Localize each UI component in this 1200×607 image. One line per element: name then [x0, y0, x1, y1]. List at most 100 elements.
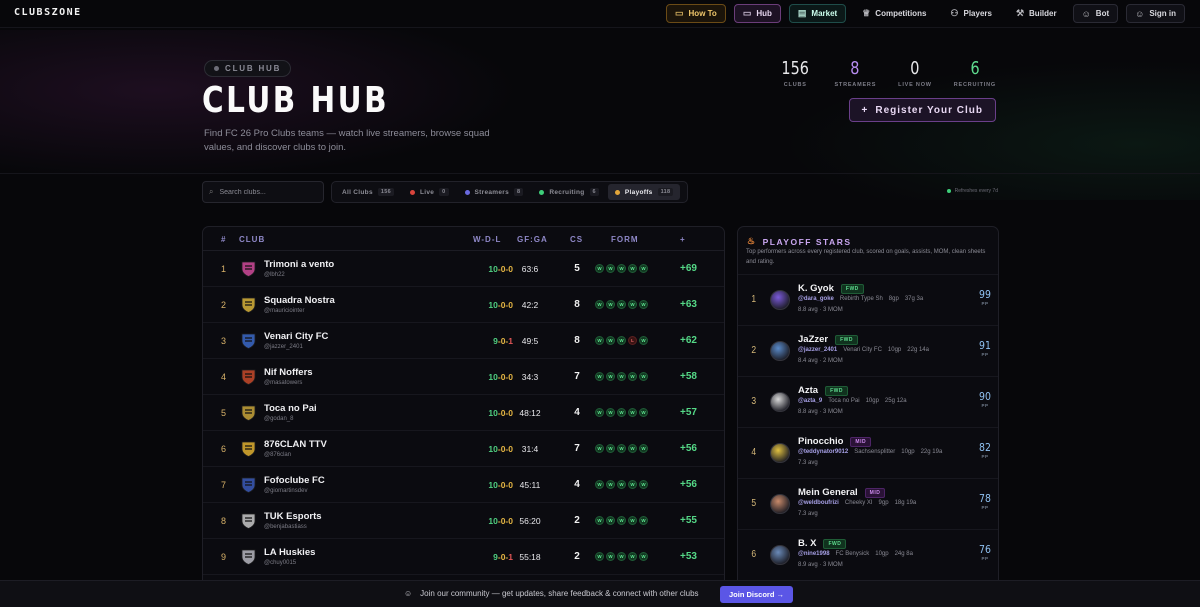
club-name[interactable]: Venari City FC: [264, 331, 328, 342]
tab-count: 6: [589, 188, 599, 196]
nav-bot-button[interactable]: ☺ Bot: [1072, 4, 1119, 23]
table-row[interactable]: 4 Nif Noffers @masatowers 10-0-0 34:3 7 W W W W W +…: [203, 359, 724, 395]
tab-playoffs[interactable]: Playoffs 118: [607, 184, 681, 200]
register-club-label: Register Your Club: [875, 104, 983, 116]
player-rank: 5: [751, 498, 757, 509]
club-name[interactable]: Toca no Pai: [264, 403, 317, 414]
search-input[interactable]: [219, 188, 310, 196]
player-club: Toca no Pai: [828, 398, 860, 404]
nav-competitions-button[interactable]: ♕ Competitions: [854, 4, 934, 23]
club-handle: @876clan: [264, 452, 292, 458]
table-row[interactable]: 7 Fofoclube FC @giomartinsdev 10-0-0 45:11 4 W…: [203, 467, 724, 503]
col-club[interactable]: CLUB: [239, 235, 265, 244]
table-row[interactable]: 9 LA Huskies @chuy0015 9-0-1 55:18 2 W W W W W +53: [203, 539, 724, 575]
player-row[interactable]: 3 Azta FWD @azta_9 Toca no Pai 10gp 25g 12a 8.8…: [738, 376, 998, 427]
player-row[interactable]: 5 Mein General MID @weldboufrizi Cheeky XI 9g…: [738, 478, 998, 529]
player-name[interactable]: Mein General MID: [798, 487, 886, 498]
tab-count: 156: [377, 188, 394, 196]
col-cs[interactable]: CS: [570, 235, 583, 244]
club-name[interactable]: 876CLAN TTV: [264, 439, 327, 450]
club-goals: 42:2: [521, 300, 539, 310]
col-wdl[interactable]: W-D-L: [473, 235, 501, 244]
record-wins: 10: [488, 372, 498, 382]
tab-live[interactable]: Live 0: [403, 184, 456, 200]
stat-label: STREAMERS: [834, 82, 877, 88]
player-points-value: 99: [979, 288, 991, 301]
table-row[interactable]: 2 Squadra Nostra @mauriciointer 10-0-0 42:2 8…: [203, 287, 724, 323]
club-goals: 49:5: [521, 336, 539, 346]
table-row[interactable]: 5 Toca no Pai @godan_8 10-0-0 48:12 4 W W W W W +57: [203, 395, 724, 431]
player-name[interactable]: Pinocchio MID: [798, 436, 872, 447]
record-wins: 10: [488, 444, 498, 454]
form-badge: W: [595, 480, 604, 489]
nav-builder-button[interactable]: ⚒ Builder: [1008, 4, 1065, 23]
nav-signin-button[interactable]: ☺ Sign in: [1126, 4, 1185, 23]
table-body: 1 Trimoni a vento @lbh22 10-0-0 63:6 5 W W W W W +6…: [203, 251, 724, 575]
table-row[interactable]: 3 Venari City FC @jazzer_2401 9-0-1 49:5 8 W W W…: [203, 323, 724, 359]
col-gfga[interactable]: GF:GA: [517, 235, 548, 244]
banner-text: Join our community — get updates, share …: [420, 589, 699, 598]
club-record: 10-0-0: [463, 372, 513, 382]
player-row[interactable]: 4 Pinocchio MID @teddynator9012 Sachsensplit…: [738, 427, 998, 478]
club-record: 10-0-0: [463, 516, 513, 526]
tab-streamers[interactable]: Streamers 8: [458, 184, 531, 200]
club-name[interactable]: Nif Noffers: [264, 367, 313, 378]
nav-players-button[interactable]: ⚇ Players: [942, 4, 1000, 23]
tab-recruiting[interactable]: Recruiting 6: [532, 184, 606, 200]
club-points: +55: [680, 515, 697, 526]
club-name[interactable]: Fofoclube FC: [264, 475, 325, 486]
form-badge: W: [595, 372, 604, 381]
club-points: +62: [680, 335, 697, 346]
club-name[interactable]: Squadra Nostra: [264, 295, 335, 306]
tab-label: Playoffs: [624, 188, 653, 196]
club-name[interactable]: TUK Esports: [264, 511, 322, 522]
club-crest-icon: [241, 333, 256, 349]
player-handle[interactable]: @weldboufrizi: [798, 500, 839, 506]
player-handle[interactable]: @jazzer_2401: [798, 347, 837, 353]
player-row[interactable]: 1 K. Gyok FWD @dara_goke Rebirth Type Sh 8gp 3…: [738, 274, 998, 325]
tab-label: All Clubs: [342, 188, 373, 196]
search-box[interactable]: ⌕: [202, 181, 324, 203]
playoff-stars-heading: PLAYOFF STARS: [762, 236, 852, 247]
nav-hub-button[interactable]: ▭ Hub: [733, 4, 781, 23]
player-rating-line: 8.8 avg · 3 MOM: [798, 409, 843, 415]
tab-all-clubs[interactable]: All Clubs 156: [335, 184, 401, 200]
club-name[interactable]: Trimoni a vento: [264, 259, 334, 270]
club-crest-icon: [241, 405, 256, 421]
player-rating: 8.9 avg: [798, 562, 818, 568]
record-losses: 0: [508, 480, 513, 490]
player-handle[interactable]: @azta_9: [798, 398, 822, 404]
nav-howto-button[interactable]: ▭ How To: [666, 4, 726, 23]
player-name[interactable]: K. Gyok FWD: [798, 283, 864, 294]
player-handle[interactable]: @nine1998: [798, 551, 830, 557]
player-games: 10gp: [901, 449, 915, 455]
position-badge: FWD: [823, 538, 847, 549]
form-badge: W: [628, 408, 637, 417]
player-name[interactable]: B. X FWD: [798, 538, 847, 549]
form-badge: W: [628, 480, 637, 489]
table-row[interactable]: 6 876CLAN TTV @876clan 10-0-0 31:4 7 W W W W W +56: [203, 431, 724, 467]
record-losses: 1: [508, 336, 513, 346]
player-handle[interactable]: @dara_goke: [798, 296, 834, 302]
player-row[interactable]: 6 B. X FWD @nine1998 FC Benysick 10gp 24g 8a 8.…: [738, 529, 998, 580]
avatar: [770, 443, 790, 463]
table-row[interactable]: 1 Trimoni a vento @lbh22 10-0-0 63:6 5 W W W W W +6…: [203, 251, 724, 287]
form-badge: W: [606, 300, 615, 309]
col-rank[interactable]: #: [221, 235, 226, 244]
table-row[interactable]: 8 TUK Esports @benjabastiass 10-0-0 56:20 2 W W…: [203, 503, 724, 539]
club-crest-icon: [241, 369, 256, 385]
nav-market-button[interactable]: ▤ Market: [788, 4, 847, 23]
player-club: Venari City FC: [843, 347, 882, 353]
club-name[interactable]: LA Huskies: [264, 547, 315, 558]
player-name[interactable]: JaZzer FWD: [798, 334, 858, 345]
register-club-button[interactable]: + Register Your Club: [848, 98, 996, 122]
join-discord-button[interactable]: Join Discord →: [720, 586, 794, 603]
brand-logo[interactable]: CLUBSZONE: [14, 7, 82, 18]
col-form[interactable]: FORM: [611, 235, 639, 244]
col-plus[interactable]: +: [680, 235, 686, 244]
tab-dot-icon: [409, 189, 415, 195]
player-handle[interactable]: @teddynator9012: [798, 449, 848, 455]
player-row[interactable]: 2 JaZzer FWD @jazzer_2401 Venari City FC 10gp…: [738, 325, 998, 376]
form-badge: W: [617, 300, 626, 309]
player-name[interactable]: Azta FWD: [798, 385, 848, 396]
